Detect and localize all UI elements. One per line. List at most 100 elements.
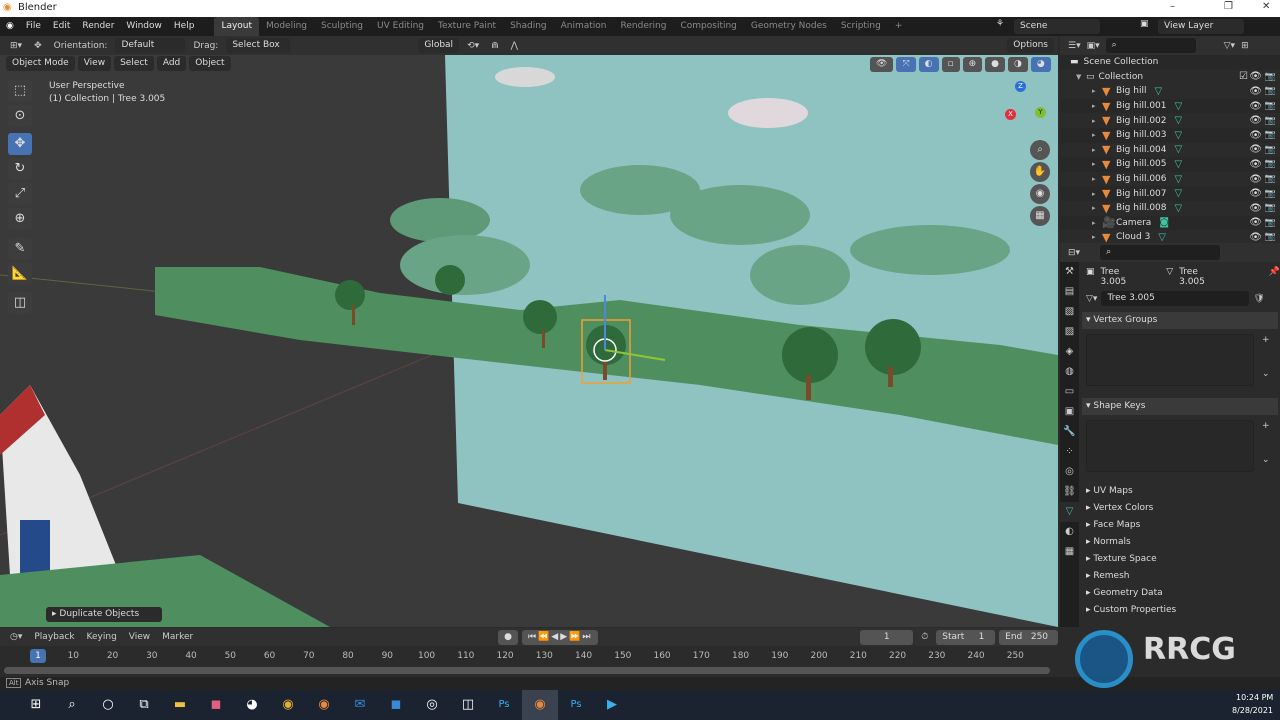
camera-render-icon[interactable]: 📷 (1265, 130, 1276, 140)
preview-range-icon[interactable]: ⏱ (917, 632, 932, 642)
menu-playback[interactable]: Playback (30, 632, 78, 642)
menu-object[interactable]: Object (189, 56, 231, 71)
gizmo-y-axis[interactable]: Y (1035, 107, 1046, 118)
3d-viewport[interactable]: User Perspective (1) Collection | Tree 3… (0, 55, 1058, 627)
outliner-item[interactable]: ▸ ▼ Big hill.002 ▽ 👁 📷 (1060, 113, 1280, 128)
tab-shading[interactable]: Shading (503, 17, 554, 36)
render-tab-icon[interactable]: ▤ (1060, 282, 1079, 302)
eye-icon[interactable]: 👁 (1249, 232, 1262, 243)
vertex-groups-header[interactable]: ▾ Vertex Groups (1082, 312, 1278, 329)
checkbox-icon[interactable]: ☑ (1239, 71, 1248, 82)
dropdown-icon[interactable]: ⌄ (1262, 455, 1270, 465)
mesh-data-icon[interactable]: ▽ (1175, 144, 1183, 155)
clock-date[interactable]: 8/28/2021 (1232, 706, 1273, 715)
wireframe-shading-icon[interactable]: ⊕ (962, 57, 983, 72)
scene-tab-icon[interactable]: ◈ (1060, 342, 1079, 362)
editor-type-icon[interactable]: ⊟▾ (1068, 248, 1080, 258)
camera-render-icon[interactable]: 📷 (1265, 86, 1276, 96)
eye-icon[interactable]: 👁 (1249, 71, 1262, 82)
mesh-data-icon[interactable]: ▽ (1154, 86, 1162, 97)
zoom-app-icon[interactable]: ◼ (378, 690, 414, 720)
pivot-icon[interactable]: ⟲▾ (463, 41, 483, 51)
tab-animation[interactable]: Animation (554, 17, 614, 36)
expand-icon[interactable]: ▸ (1092, 87, 1102, 95)
panel-collapsed[interactable]: ▸ Texture Space (1082, 551, 1278, 568)
particles-tab-icon[interactable]: ⁘ (1060, 442, 1079, 462)
panel-collapsed[interactable]: ▸ UV Maps (1082, 483, 1278, 500)
menu-view[interactable]: View (125, 632, 154, 642)
proportional-edit-icon[interactable]: ⋀ (507, 41, 522, 51)
blender-active-icon[interactable]: ◉ (522, 690, 558, 720)
fake-user-icon[interactable]: 🛡 (1253, 294, 1264, 304)
camera-view-icon[interactable]: ◉ (1030, 184, 1050, 204)
camera-render-icon[interactable]: 📷 (1265, 72, 1276, 82)
creative-cloud-icon[interactable]: ◼ (198, 690, 234, 720)
eye-icon[interactable]: 👁 (1249, 217, 1262, 228)
expand-icon[interactable]: ▸ (1092, 117, 1102, 125)
tab-sculpting[interactable]: Sculpting (314, 17, 370, 36)
expand-icon[interactable]: ▸ (1092, 146, 1102, 154)
eye-icon[interactable]: 👁 (1249, 159, 1262, 170)
camera-render-icon[interactable]: 📷 (1265, 159, 1276, 169)
view-layer-tab-icon[interactable]: ▨ (1060, 322, 1079, 342)
properties-search[interactable]: ⌕ (1100, 245, 1221, 260)
outliner-item[interactable]: ▸ ▼ Big hill.006 ▽ 👁 📷 (1060, 171, 1280, 187)
outliner-item[interactable]: ▸ ▼ Big hill ▽ 👁 📷 (1060, 84, 1280, 99)
blender-menu-icon[interactable]: ◉ (0, 17, 20, 36)
tab-geometry-nodes[interactable]: Geometry Nodes (744, 17, 834, 36)
eye-icon[interactable]: 👁 (1249, 86, 1262, 97)
eye-icon[interactable]: 👁 (1249, 101, 1262, 112)
output-tab-icon[interactable]: ▧ (1060, 302, 1079, 322)
panel-collapsed[interactable]: ▸ Face Maps (1082, 517, 1278, 534)
camera-data-icon[interactable]: ◙ (1159, 217, 1169, 228)
mesh-data-icon[interactable]: ▽ (1158, 232, 1166, 243)
mesh-browse-icon[interactable]: ▽▾ (1086, 294, 1097, 304)
collection-row[interactable]: ▼ ▭ Collection ☑ 👁 📷 (1060, 69, 1280, 85)
camera-render-icon[interactable]: 📷 (1265, 101, 1276, 111)
xray-icon[interactable]: ▫ (941, 57, 960, 72)
collection-tab-icon[interactable]: ▭ (1060, 382, 1079, 402)
material-tab-icon[interactable]: ◐ (1060, 522, 1079, 542)
expand-icon[interactable]: ▸ (1092, 204, 1102, 212)
add-cube-tool-icon[interactable]: ◫ (8, 292, 32, 314)
shape-keys-list[interactable] (1086, 420, 1254, 472)
last-operator-panel[interactable]: ▸ Duplicate Objects (46, 607, 162, 622)
photoshop-icon[interactable]: Ps (558, 690, 594, 720)
mode-dropdown[interactable]: Object Mode (6, 56, 75, 71)
orientation-dropdown[interactable]: Default (115, 38, 186, 53)
camera-render-icon[interactable]: 📷 (1265, 232, 1276, 242)
current-frame-field[interactable]: 1 (860, 629, 914, 645)
panel-collapsed[interactable]: ▸ Vertex Colors (1082, 500, 1278, 517)
rendered-shading-icon[interactable]: ◕ (1030, 57, 1051, 72)
menu-render[interactable]: Render (76, 17, 120, 36)
cursor-tool-icon[interactable]: ⊙ (8, 105, 32, 127)
menu-help[interactable]: Help (168, 17, 201, 36)
playhead[interactable]: 1 (30, 649, 46, 663)
expand-icon[interactable]: ▸ (1092, 102, 1102, 110)
solid-shading-icon[interactable]: ● (985, 57, 1006, 72)
chrome-icon[interactable]: ◉ (270, 690, 306, 720)
tab-uv-editing[interactable]: UV Editing (370, 17, 431, 36)
transform-tool-icon[interactable]: ⊕ (8, 208, 32, 230)
expand-icon[interactable]: ▸ (1092, 160, 1102, 168)
constraints-tab-icon[interactable]: ⛓ (1060, 482, 1079, 502)
filter-view-icon[interactable]: ▣▾ (1087, 41, 1100, 51)
end-frame-field[interactable]: End 250 (999, 629, 1058, 645)
mail-icon[interactable]: ✉ (342, 690, 378, 720)
annotate-tool-icon[interactable]: ✎ (8, 238, 32, 260)
obs-icon[interactable]: ◎ (414, 690, 450, 720)
mesh-data-icon[interactable]: ▽ (1175, 188, 1183, 199)
tab-rendering[interactable]: Rendering (614, 17, 674, 36)
mesh-data-icon[interactable]: ▽ (1175, 159, 1183, 170)
editor-type-icon[interactable]: ◷▾ (6, 632, 26, 642)
gizmo-z-axis[interactable]: Z (1015, 81, 1026, 92)
tab-modeling[interactable]: Modeling (259, 17, 314, 36)
vertex-groups-list[interactable] (1086, 334, 1254, 386)
gizmo-x-axis[interactable]: X (1005, 109, 1016, 120)
tool-tab-icon[interactable]: ⚒ (1060, 262, 1079, 282)
eye-icon[interactable]: 👁 (1249, 130, 1262, 141)
snap-icon[interactable]: ⋒ (487, 41, 503, 51)
eye-icon[interactable]: 👁 (1249, 174, 1262, 185)
texture-tab-icon[interactable]: ▦ (1060, 542, 1079, 562)
world-tab-icon[interactable]: ◍ (1060, 362, 1079, 382)
